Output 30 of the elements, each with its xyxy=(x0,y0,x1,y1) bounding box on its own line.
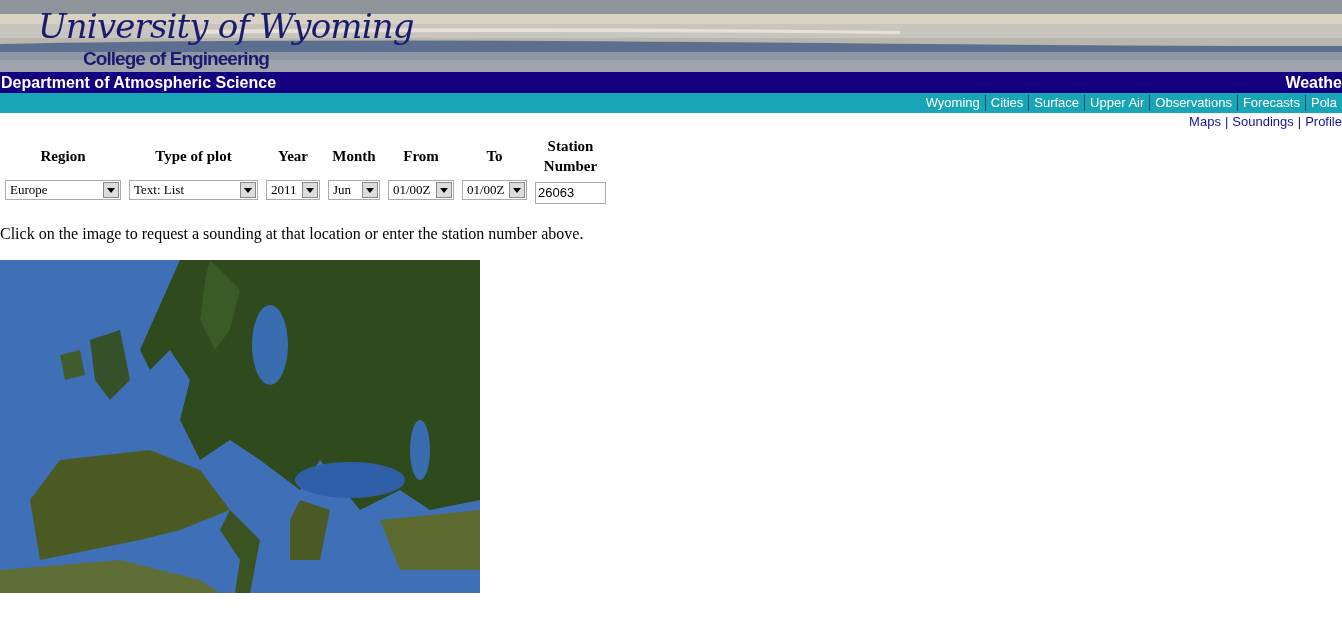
dropdown[interactable]: Europe xyxy=(5,180,121,200)
link-separator: | xyxy=(1296,112,1303,131)
sub-link[interactable]: Soundings xyxy=(1232,111,1294,132)
dropdown[interactable]: 01/00Z xyxy=(462,180,527,200)
column-header: Station Number xyxy=(542,137,599,176)
caret-icon xyxy=(436,182,452,198)
caret-icon xyxy=(302,182,318,198)
weather-title: Weathe xyxy=(1285,72,1342,93)
department-title: Department of Atmospheric Science xyxy=(0,72,277,93)
university-logo-text: University of Wyoming xyxy=(38,6,414,46)
link-separator: | xyxy=(1223,112,1230,131)
column-header: To xyxy=(485,147,504,166)
column-header: Region xyxy=(39,147,87,166)
sub-link[interactable]: Profile xyxy=(1305,111,1342,132)
column-header: Type of plot xyxy=(154,147,233,166)
caret-icon xyxy=(509,182,525,198)
dropdown[interactable]: Text: List xyxy=(129,180,258,200)
caret-icon xyxy=(103,182,119,198)
sub-link[interactable]: Maps xyxy=(1189,111,1221,132)
caret-icon xyxy=(240,182,256,198)
column-header: Month xyxy=(331,147,377,166)
instructions-text: Click on the image to request a sounding at that location or enter the station number above. xyxy=(0,224,585,244)
dropdown[interactable]: 2011 xyxy=(266,180,320,200)
college-name: College of Engineering xyxy=(83,48,269,70)
column-header: Year xyxy=(277,147,309,166)
caret-icon xyxy=(362,182,378,198)
station-number-field[interactable]: 26063 xyxy=(535,181,606,204)
column-header: From xyxy=(402,147,440,166)
dropdown[interactable]: Jun xyxy=(328,180,380,200)
dropdown[interactable]: 01/00Z xyxy=(388,180,454,200)
